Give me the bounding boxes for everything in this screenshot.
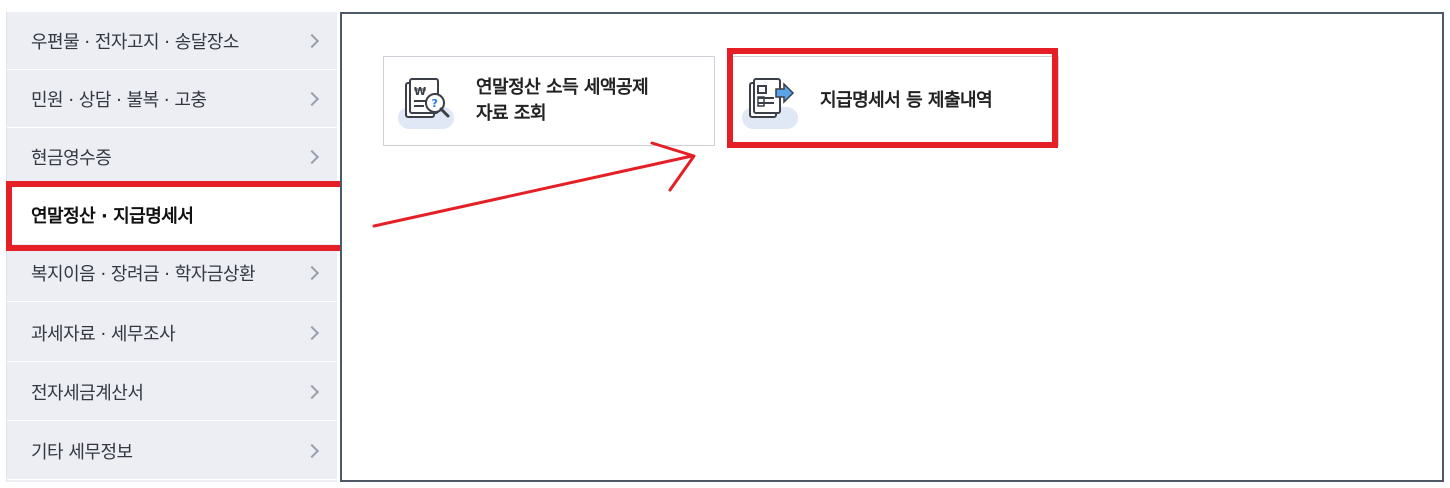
annotation-arrow bbox=[372, 141, 696, 228]
